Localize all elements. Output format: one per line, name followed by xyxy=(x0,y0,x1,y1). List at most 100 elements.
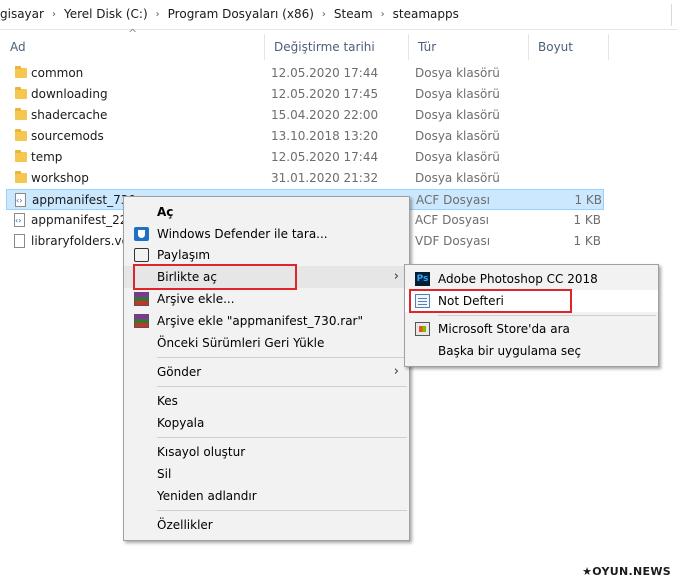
code-file-icon xyxy=(15,190,26,211)
menu-item-properties[interactable]: Özellikler xyxy=(124,514,409,536)
menu-item-label: Microsoft Store'da ara xyxy=(438,322,570,336)
menu-item-label: Gönder xyxy=(157,365,202,379)
file-type: Dosya klasörü xyxy=(415,87,500,101)
column-header-size[interactable]: Boyut xyxy=(528,36,608,58)
file-date: 13.10.2018 13:20 xyxy=(271,129,379,143)
menu-item-label: Paylaşım xyxy=(157,248,211,262)
menu-separator xyxy=(157,437,407,438)
submenu-item-photoshop[interactable]: Ps Adobe Photoshop CC 2018 xyxy=(405,268,658,290)
menu-item-label: Adobe Photoshop CC 2018 xyxy=(438,272,598,286)
star-icon: ★ xyxy=(582,565,593,578)
column-header-type[interactable]: Tür xyxy=(408,36,528,58)
column-divider[interactable] xyxy=(608,34,609,60)
file-name: sourcemods xyxy=(31,129,104,143)
highlight-box xyxy=(133,264,297,290)
file-type: VDF Dosyası xyxy=(415,234,491,248)
file-name: temp xyxy=(31,150,63,164)
column-header-date[interactable]: Değiştirme tarihi xyxy=(264,36,408,58)
menu-item-add-archive[interactable]: Arşive ekle... xyxy=(124,288,409,310)
file-name: common xyxy=(31,66,84,80)
menu-item-open[interactable]: Aç xyxy=(124,201,409,223)
menu-item-share[interactable]: Paylaşım xyxy=(124,244,409,266)
watermark-text: OYUN.NEWS xyxy=(592,565,671,578)
menu-item-label: Kopyala xyxy=(157,416,205,430)
folder-icon xyxy=(15,171,27,183)
menu-item-label: Yeniden adlandır xyxy=(157,489,257,503)
table-row[interactable]: temp 12.05.2020 17:44 Dosya klasörü xyxy=(6,147,604,168)
breadcrumb-item[interactable]: Yerel Disk (C:) xyxy=(64,7,148,21)
file-size: 1 KB xyxy=(574,193,602,207)
table-row[interactable]: workshop 31.01.2020 21:32 Dosya klasörü xyxy=(6,168,604,189)
winrar-icon xyxy=(134,292,149,306)
menu-item-cut[interactable]: Kes xyxy=(124,390,409,412)
file-name: workshop xyxy=(31,171,89,185)
table-row[interactable]: sourcemods 13.10.2018 13:20 Dosya klasör… xyxy=(6,126,604,147)
submenu-item-store[interactable]: Microsoft Store'da ara xyxy=(405,318,658,340)
file-type: Dosya klasörü xyxy=(415,171,500,185)
menu-separator xyxy=(157,357,407,358)
menu-item-label: Sil xyxy=(157,467,172,481)
file-type: ACF Dosyası xyxy=(415,213,489,227)
file-icon xyxy=(14,234,25,248)
file-size: 1 KB xyxy=(573,234,601,248)
menu-item-create-shortcut[interactable]: Kısayol oluştur xyxy=(124,441,409,463)
table-row[interactable]: common 12.05.2020 17:44 Dosya klasörü xyxy=(6,63,604,84)
submenu-item-choose-app[interactable]: Başka bir uygulama seç xyxy=(405,340,658,362)
file-date: 15.04.2020 22:00 xyxy=(271,108,379,122)
chevron-right-icon: › xyxy=(393,364,399,379)
menu-item-label: Windows Defender ile tara... xyxy=(157,227,328,241)
menu-item-label: Kes xyxy=(157,394,178,408)
chevron-right-icon: › xyxy=(155,9,160,20)
menu-item-label: Aç xyxy=(157,205,174,219)
file-name: libraryfolders.vdf xyxy=(31,234,134,248)
folder-icon xyxy=(15,108,27,120)
address-bar[interactable]: gisayar › Yerel Disk (C:) › Program Dosyalar… xyxy=(0,0,677,30)
breadcrumb-item[interactable]: Program Dosyaları (x86) xyxy=(168,7,314,21)
address-bar-edge xyxy=(671,4,677,26)
folder-icon xyxy=(15,129,27,141)
breadcrumb-item[interactable]: steamapps xyxy=(393,7,459,21)
menu-item-defender-scan[interactable]: Windows Defender ile tara... xyxy=(124,223,409,245)
breadcrumb-item[interactable]: Steam xyxy=(334,7,373,21)
menu-item-label: Arşive ekle... xyxy=(157,292,235,306)
code-file-icon xyxy=(14,210,25,231)
folder-icon xyxy=(15,87,27,99)
column-header-name[interactable]: Ad xyxy=(0,36,264,58)
file-date: 12.05.2020 17:44 xyxy=(271,150,379,164)
folder-icon xyxy=(15,150,27,162)
menu-item-send-to[interactable]: Gönder › xyxy=(124,361,409,383)
file-name: shadercache xyxy=(31,108,108,122)
menu-item-delete[interactable]: Sil xyxy=(124,463,409,485)
table-row[interactable]: shadercache 15.04.2020 22:00 Dosya klasö… xyxy=(6,105,604,126)
highlight-box xyxy=(409,289,572,313)
watermark: ★OYUN.NEWS xyxy=(582,565,671,578)
file-size: 1 KB xyxy=(573,213,601,227)
menu-item-label: Arşive ekle "appmanifest_730.rar" xyxy=(157,314,364,328)
defender-shield-icon xyxy=(134,227,149,241)
file-type: Dosya klasörü xyxy=(415,66,500,80)
photoshop-icon: Ps xyxy=(415,272,430,286)
menu-item-copy[interactable]: Kopyala xyxy=(124,412,409,434)
menu-separator xyxy=(157,510,407,511)
chevron-right-icon: › xyxy=(393,269,399,284)
file-type: ACF Dosyası xyxy=(416,193,490,207)
share-icon xyxy=(134,248,149,262)
breadcrumb: gisayar › Yerel Disk (C:) › Program Dosyalar… xyxy=(0,7,459,21)
file-type: Dosya klasörü xyxy=(415,108,500,122)
chevron-right-icon: › xyxy=(51,9,56,20)
menu-item-label: Özellikler xyxy=(157,518,213,532)
breadcrumb-item[interactable]: gisayar xyxy=(0,7,44,21)
menu-item-add-archive-named[interactable]: Arşive ekle "appmanifest_730.rar" xyxy=(124,310,409,332)
menu-item-label: Başka bir uygulama seç xyxy=(438,344,582,358)
menu-item-rename[interactable]: Yeniden adlandır xyxy=(124,485,409,507)
menu-separator xyxy=(157,386,407,387)
context-menu: Aç Windows Defender ile tara... Paylaşım… xyxy=(123,196,410,541)
menu-item-label: Önceki Sürümleri Geri Yükle xyxy=(157,336,325,350)
menu-separator xyxy=(438,315,656,316)
menu-item-restore-versions[interactable]: Önceki Sürümleri Geri Yükle xyxy=(124,332,409,354)
folder-icon xyxy=(15,66,27,78)
table-row[interactable]: downloading 12.05.2020 17:45 Dosya klasö… xyxy=(6,84,604,105)
store-icon xyxy=(415,322,430,336)
menu-item-label: Kısayol oluştur xyxy=(157,445,246,459)
file-name: downloading xyxy=(31,87,108,101)
